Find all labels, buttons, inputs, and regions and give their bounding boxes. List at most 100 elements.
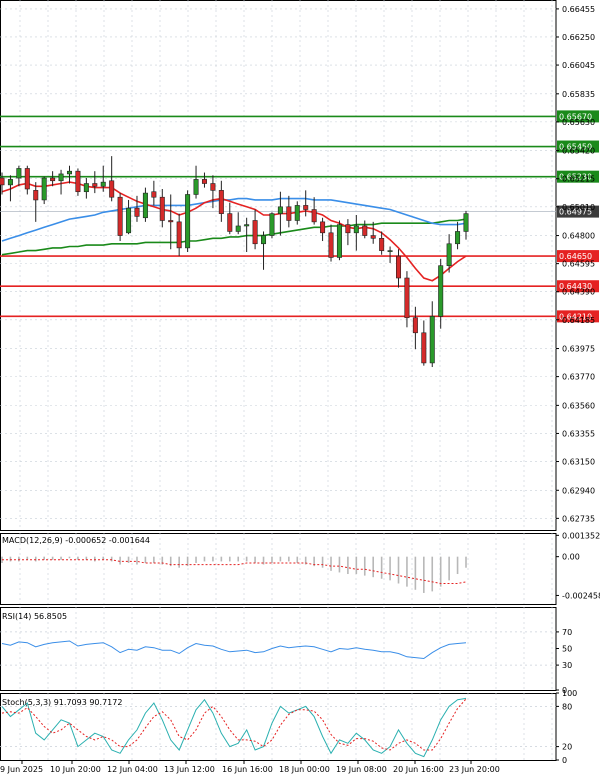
candle-body — [421, 332, 427, 364]
y-tick-label: 0.64595 — [562, 260, 595, 269]
candle-body — [244, 224, 250, 227]
candle-body — [446, 243, 452, 266]
stoch-tick-label: 80 — [562, 702, 572, 711]
candle-body — [100, 181, 106, 187]
candle-body — [370, 235, 376, 239]
x-tick-label: 20 Jun 16:00 — [393, 765, 444, 774]
candlesticks — [0, 156, 469, 368]
candle-body — [294, 205, 300, 221]
rsi-line — [1, 640, 467, 660]
y-tick-label: 0.63975 — [562, 345, 595, 354]
y-tick-label: 0.65835 — [562, 90, 595, 99]
candle-body — [353, 225, 359, 234]
ma-slow-line — [1, 218, 467, 256]
macd-signal-line — [2, 559, 467, 584]
x-tick-label: 16 Jun 16:00 — [222, 765, 273, 774]
candle-body — [438, 265, 444, 317]
stoch-k-line — [1, 697, 467, 758]
y-tick-label: 0.64800 — [562, 232, 595, 241]
main-frame — [0, 0, 557, 531]
candle-body — [168, 220, 174, 223]
candle-body — [235, 225, 241, 232]
candle-body — [185, 194, 191, 249]
macd-tick-label: 0.001352 — [562, 531, 600, 540]
candle-body — [75, 170, 81, 193]
x-tick-label: 19 Jun 08:00 — [336, 765, 387, 774]
y-tick-label: 0.62940 — [562, 486, 595, 495]
candle-body — [277, 206, 283, 214]
y-tick-label: 0.63560 — [562, 401, 595, 410]
candle-body — [201, 179, 207, 184]
rsi-tick-label: 50 — [562, 645, 572, 654]
candle-body — [193, 179, 199, 195]
candle-body — [66, 170, 72, 175]
y-tick-label: 0.64185 — [562, 316, 595, 325]
y-tick-label: 0.65420 — [562, 147, 595, 156]
candle-body — [286, 206, 292, 221]
x-tick-label: 12 Jun 04:00 — [107, 765, 158, 774]
y-tick-label: 0.63150 — [562, 458, 595, 467]
candle-body — [109, 180, 115, 198]
candle-body — [7, 179, 13, 186]
candle-body — [362, 225, 368, 236]
candle-body — [336, 224, 342, 258]
candle-body — [41, 177, 47, 201]
candle-body — [210, 183, 216, 191]
candle-body — [92, 183, 98, 187]
trading-chart: 0.656700.654500.652300.646500.644300.642… — [0, 0, 600, 774]
candle-body — [311, 209, 317, 223]
candle-body — [404, 277, 410, 319]
macd-tick-label: 0.00 — [562, 553, 580, 562]
candle-body — [142, 192, 148, 219]
candle-body — [16, 168, 22, 179]
x-tick-label: 9 Jun 2025 — [0, 765, 43, 774]
candle-body — [261, 235, 267, 245]
y-tick-label: 0.66250 — [562, 33, 595, 42]
candle-body — [0, 177, 5, 186]
candle-body — [159, 196, 165, 221]
candle-body — [126, 207, 132, 234]
macd-tick-label: -0.002458 — [562, 591, 600, 600]
macd-label: MACD(12,26,9) -0.000652 -0.001644 — [2, 536, 150, 545]
x-tick-label: 13 Jun 12:00 — [164, 765, 215, 774]
candle-body — [117, 196, 123, 236]
y-tick-label: 0.66045 — [562, 61, 595, 70]
y-tick-label: 0.65215 — [562, 175, 595, 184]
y-tick-label: 0.63770 — [562, 373, 595, 382]
rsi-label: RSI(14) 56.8505 — [2, 612, 67, 621]
y-tick-label: 0.65010 — [562, 203, 595, 212]
candle-body — [412, 317, 418, 334]
candle-body — [24, 168, 30, 190]
candle-body — [134, 207, 140, 217]
y-tick-label: 0.65630 — [562, 118, 595, 127]
candle-body — [218, 190, 224, 214]
candle-body — [58, 173, 64, 182]
candle-body — [345, 224, 351, 234]
candle-body — [50, 177, 56, 182]
y-tick-label: 0.64390 — [562, 288, 595, 297]
rsi-tick-label: 30 — [562, 661, 572, 670]
stoch-tick-label: 20 — [562, 743, 572, 752]
y-tick-label: 0.63355 — [562, 429, 595, 438]
stoch-tick-label: 0 — [562, 756, 567, 765]
candle-body — [387, 250, 393, 252]
candle-body — [33, 190, 39, 201]
x-tick-label: 18 Jun 00:00 — [279, 765, 330, 774]
candle-body — [429, 316, 435, 364]
candle-body — [83, 183, 89, 193]
candle-body — [176, 221, 182, 249]
y-tick-label: 0.66455 — [562, 5, 595, 14]
rsi-frame — [0, 607, 557, 691]
candle-body — [455, 231, 461, 245]
rsi-tick-label: 70 — [562, 628, 572, 637]
axes: 0.66455 0.66250 0.66045 0.65835 0.65630 0.654… — [0, 5, 595, 774]
candle-body — [463, 213, 469, 232]
candle-body — [328, 232, 334, 258]
candle-body — [252, 220, 258, 245]
rsi-panel: 7050300 — [0, 628, 572, 695]
candle-body — [303, 205, 309, 210]
y-tick-label: 0.62735 — [562, 514, 595, 523]
ma-mid-line — [1, 197, 467, 242]
candle-body — [320, 221, 326, 234]
candle-body — [151, 191, 157, 198]
